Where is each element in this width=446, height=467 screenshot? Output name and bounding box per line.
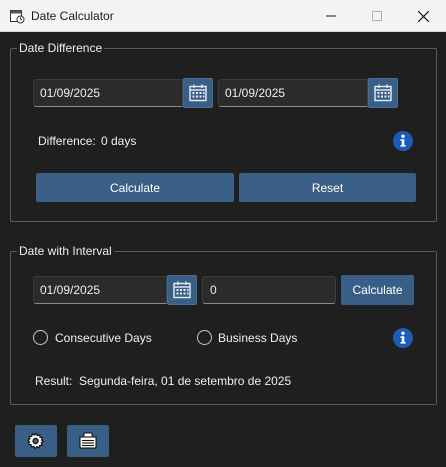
gear-icon	[27, 432, 45, 450]
reset-button[interactable]: Reset	[239, 173, 416, 202]
date-difference-title: Date Difference	[17, 41, 105, 55]
maximize-icon	[372, 11, 382, 21]
start-date-calendar-button[interactable]	[183, 78, 213, 108]
result-label: Result:	[35, 374, 73, 388]
business-days-radio[interactable]	[197, 330, 212, 345]
interval-info-icon[interactable]	[393, 328, 413, 348]
difference-info-icon[interactable]	[393, 131, 413, 151]
start-date-field[interactable]: 01/09/2025	[33, 79, 183, 107]
calendar-icon	[173, 281, 191, 299]
consecutive-days-radio[interactable]	[33, 330, 48, 345]
end-date-value: 01/09/2025	[225, 86, 286, 100]
language-button[interactable]	[67, 425, 109, 457]
interval-days-input[interactable]: 0	[202, 276, 336, 304]
maximize-button[interactable]	[354, 0, 400, 32]
calendar-icon	[374, 84, 392, 102]
business-days-label[interactable]: Business Days	[218, 331, 297, 345]
interval-days-value: 0	[210, 283, 217, 297]
calendar-icon	[189, 84, 207, 102]
close-button[interactable]	[400, 0, 446, 32]
language-icon	[79, 432, 97, 449]
result-value: Segunda-feira, 01 de setembro de 2025	[79, 374, 292, 388]
interval-date-value: 01/09/2025	[40, 283, 101, 297]
interval-calculate-button[interactable]: Calculate	[341, 275, 414, 305]
difference-label: Difference:	[38, 134, 96, 148]
close-icon	[417, 10, 429, 22]
minimize-icon	[326, 15, 336, 17]
window-title: Date Calculator	[31, 9, 114, 23]
interval-date-field[interactable]: 01/09/2025	[33, 276, 167, 304]
end-date-calendar-button[interactable]	[368, 78, 398, 108]
app-calendar-icon	[10, 10, 25, 24]
difference-value: 0 days	[101, 134, 137, 148]
start-date-value: 01/09/2025	[40, 86, 101, 100]
consecutive-days-label[interactable]: Consecutive Days	[55, 331, 152, 345]
end-date-field[interactable]: 01/09/2025	[218, 79, 368, 107]
difference-calculate-button[interactable]: Calculate	[36, 173, 234, 202]
interval-date-calendar-button[interactable]	[167, 275, 197, 305]
settings-button[interactable]	[15, 425, 57, 457]
title-bar: Date Calculator	[0, 0, 446, 32]
date-interval-title: Date with Interval	[17, 244, 114, 258]
minimize-button[interactable]	[308, 0, 354, 32]
